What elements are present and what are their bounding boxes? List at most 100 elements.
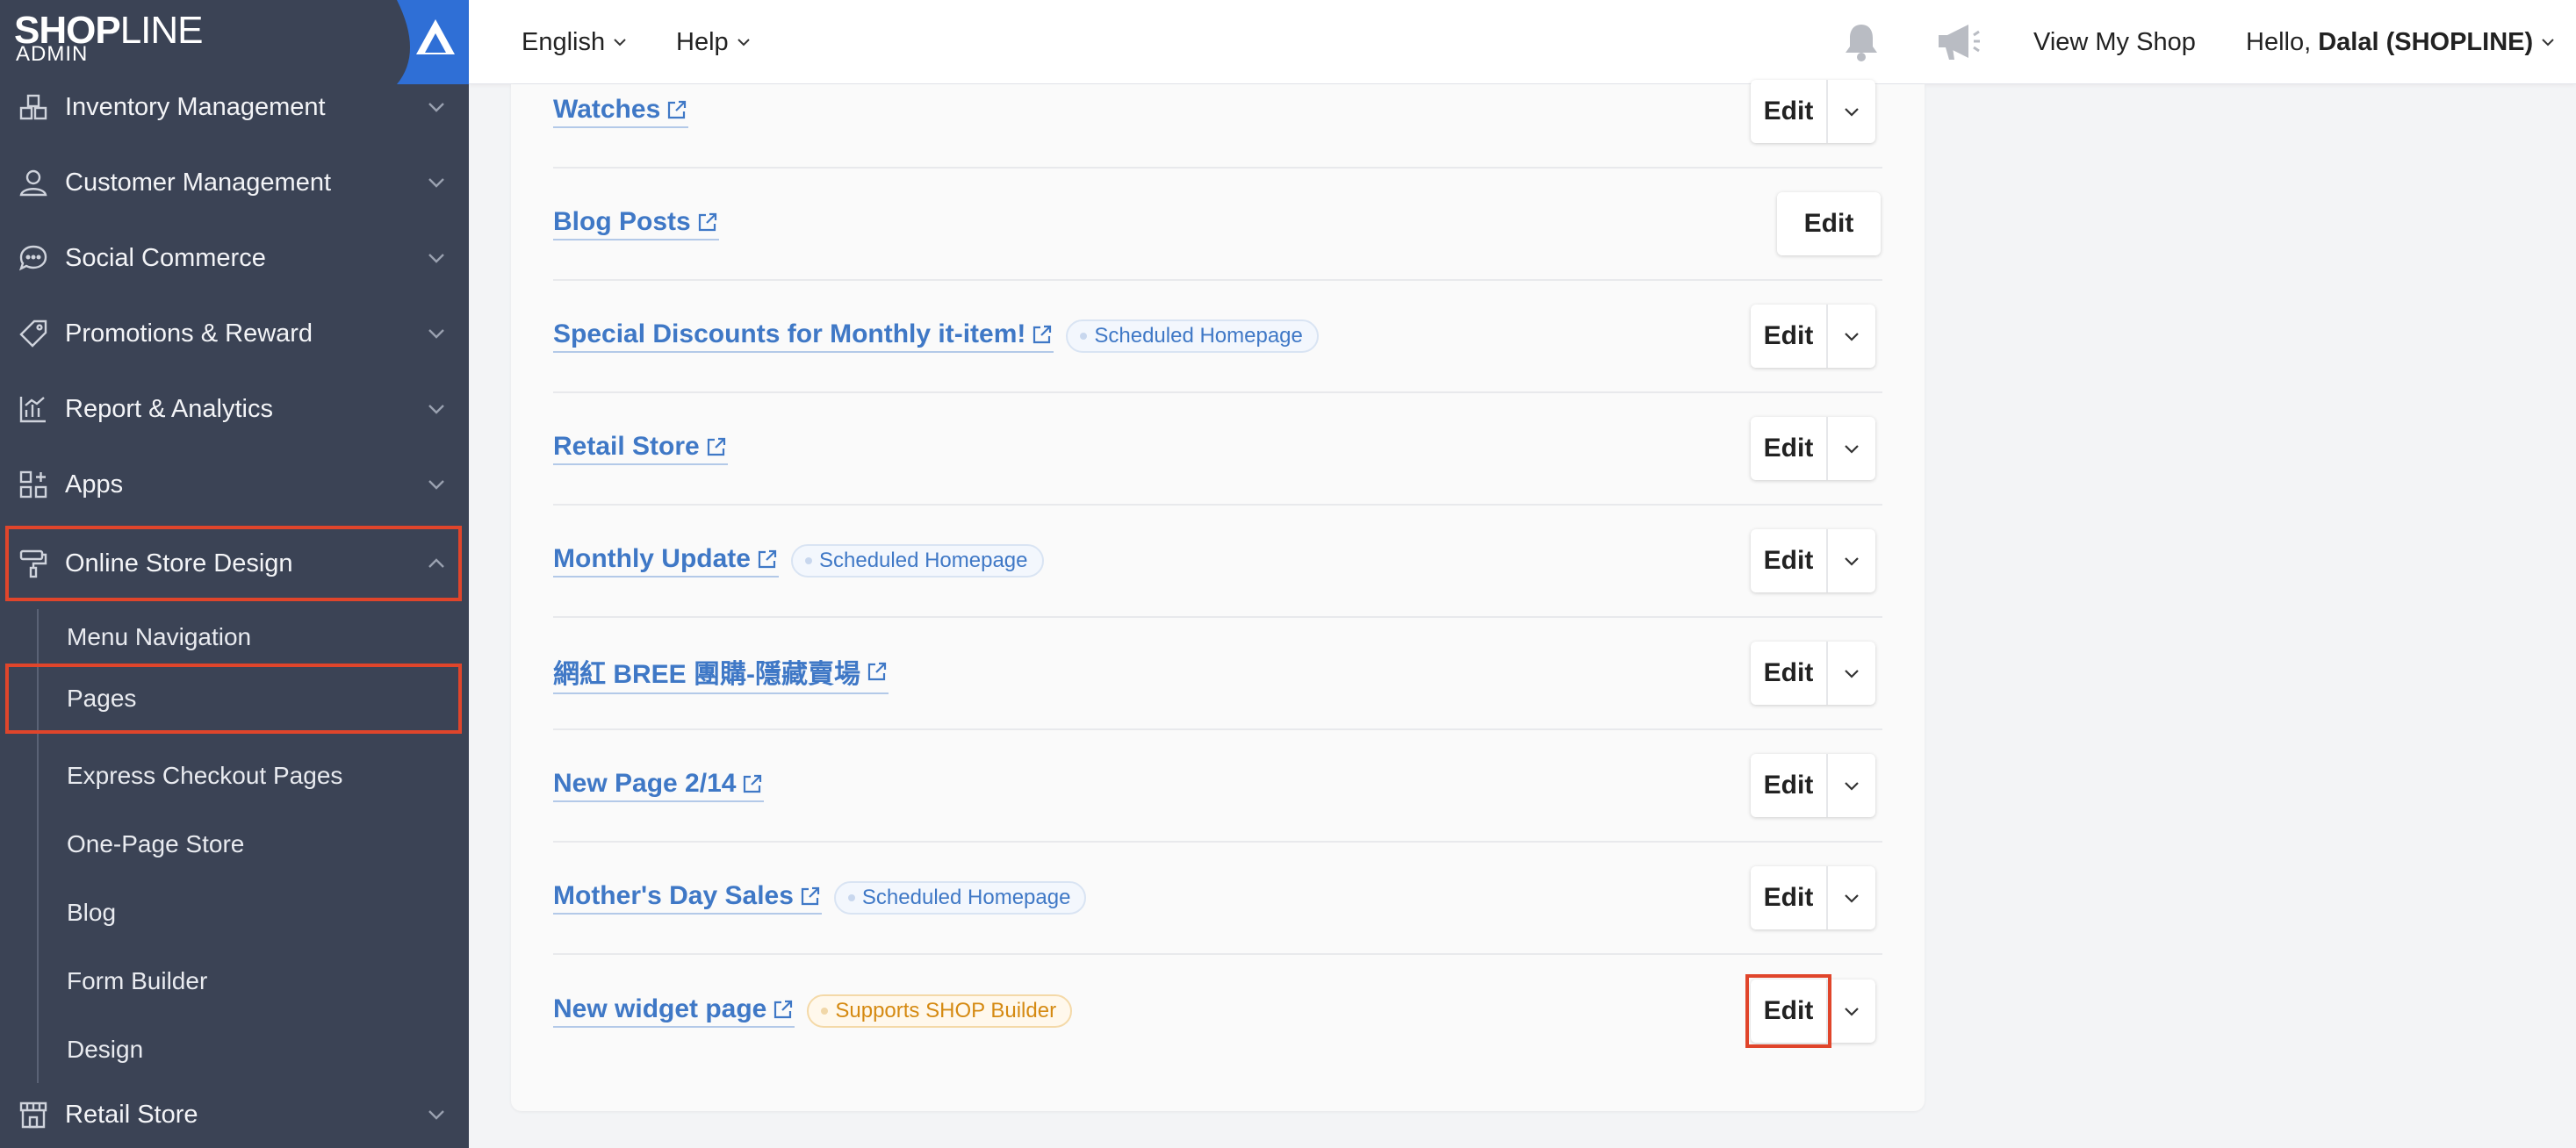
scheduled-homepage-badge: Scheduled Homepage bbox=[791, 544, 1044, 578]
edit-button-group: Edit bbox=[1751, 866, 1875, 929]
more-actions-dropdown[interactable] bbox=[1826, 866, 1875, 929]
page-title: New Page 2/14 bbox=[553, 769, 737, 798]
edit-button[interactable]: Edit bbox=[1751, 305, 1826, 368]
submenu-item-blog[interactable]: Blog bbox=[0, 878, 469, 948]
more-actions-dropdown[interactable] bbox=[1826, 754, 1875, 817]
external-link-icon bbox=[758, 549, 777, 569]
more-actions-dropdown[interactable] bbox=[1826, 305, 1875, 368]
edit-button[interactable]: Edit bbox=[1751, 866, 1826, 929]
page-row: New Page 2/14 Edit bbox=[553, 730, 1882, 843]
chat-bubble-icon bbox=[16, 240, 51, 276]
edit-button-group: Edit bbox=[1745, 974, 1875, 1048]
sidebar-item-label: Customer Management bbox=[65, 168, 332, 197]
submenu-item-label: Blog bbox=[67, 899, 117, 926]
sidebar-item-apps[interactable]: Apps bbox=[0, 447, 469, 522]
page-title-link[interactable]: Monthly Update bbox=[553, 544, 779, 578]
sidebar-item-label: Online Store Design bbox=[65, 549, 293, 578]
page-title-link[interactable]: Watches bbox=[553, 95, 689, 128]
more-actions-dropdown[interactable] bbox=[1826, 642, 1875, 705]
online-store-design-submenu: Menu Navigation Pages Express Checkout P… bbox=[0, 602, 469, 1094]
chevron-down-icon bbox=[614, 39, 626, 47]
page-row: Retail Store Edit bbox=[553, 393, 1882, 506]
chevron-down-icon bbox=[2542, 39, 2554, 47]
user-menu[interactable]: Hello, Dalal (SHOPLINE) bbox=[2246, 0, 2556, 84]
page-row: Blog Posts Edit bbox=[553, 169, 1882, 281]
page-title-link[interactable]: Mother's Day Sales bbox=[553, 881, 822, 915]
edit-button-group: Edit bbox=[1751, 305, 1875, 368]
page-title: New widget page bbox=[553, 994, 767, 1023]
submenu-item-label: Form Builder bbox=[67, 967, 208, 994]
page-title-link[interactable]: Retail Store bbox=[553, 432, 728, 465]
edit-button[interactable]: Edit bbox=[1745, 974, 1831, 1048]
more-actions-dropdown[interactable] bbox=[1826, 979, 1875, 1043]
sidebar-item-online-store-design[interactable]: Online Store Design bbox=[5, 526, 462, 601]
sidebar-item-inventory[interactable]: Inventory Management bbox=[0, 69, 469, 145]
page-row: Mother's Day Sales Scheduled Homepage Ed… bbox=[553, 843, 1882, 955]
page-title-link[interactable]: Special Discounts for Monthly it-item! bbox=[553, 319, 1054, 353]
sidebar-item-reports[interactable]: Report & Analytics bbox=[0, 371, 469, 447]
edit-button[interactable]: Edit bbox=[1751, 754, 1826, 817]
edit-button-group: Edit bbox=[1777, 192, 1881, 255]
view-my-shop-link[interactable]: View My Shop bbox=[2033, 0, 2196, 84]
sidebar-item-retail-store[interactable]: Retail Store bbox=[0, 1077, 469, 1148]
chevron-down-icon bbox=[1845, 108, 1859, 117]
page-title: 網紅 BREE 團購-隱藏賣場 bbox=[553, 660, 861, 689]
chevron-down-icon bbox=[428, 480, 444, 490]
external-link-icon bbox=[698, 212, 716, 232]
more-actions-dropdown[interactable] bbox=[1826, 80, 1875, 143]
page-title: Retail Store bbox=[553, 432, 700, 461]
user-name: Dalal (SHOPLINE) bbox=[2318, 27, 2534, 56]
submenu-item-label: Menu Navigation bbox=[67, 623, 252, 650]
chevron-down-icon bbox=[428, 103, 444, 112]
page-row: New widget page Supports SHOP Builder Ed… bbox=[553, 955, 1882, 1067]
chevron-up-icon bbox=[428, 558, 444, 568]
submenu-item-label: Pages bbox=[67, 685, 137, 712]
megaphone-icon[interactable] bbox=[1933, 19, 1982, 65]
shop-builder-badge: Supports SHOP Builder bbox=[807, 994, 1073, 1028]
submenu-item-express-checkout[interactable]: Express Checkout Pages bbox=[0, 741, 469, 811]
page-row: 網紅 BREE 團購-隱藏賣場 Edit bbox=[553, 618, 1882, 730]
language-label: English bbox=[522, 27, 606, 56]
sidebar-item-label: Promotions & Reward bbox=[65, 319, 313, 348]
tag-icon bbox=[16, 316, 51, 351]
edit-button[interactable]: Edit bbox=[1751, 80, 1826, 143]
submenu-item-one-page-store[interactable]: One-Page Store bbox=[0, 809, 469, 879]
edit-button[interactable]: Edit bbox=[1777, 192, 1881, 255]
chevron-down-icon bbox=[1845, 1008, 1859, 1016]
sidebar-item-promotions[interactable]: Promotions & Reward bbox=[0, 296, 469, 371]
storefront-icon bbox=[16, 1097, 51, 1132]
submenu-item-label: Design bbox=[67, 1036, 144, 1063]
external-link-icon bbox=[801, 886, 820, 906]
greeting-label: Hello, bbox=[2246, 27, 2319, 56]
page-title: Watches bbox=[553, 95, 661, 124]
page-title-link[interactable]: Blog Posts bbox=[553, 207, 719, 240]
page-title-link[interactable]: New Page 2/14 bbox=[553, 769, 765, 802]
sidebar-item-label: Social Commerce bbox=[65, 243, 266, 272]
person-icon bbox=[16, 165, 51, 200]
edit-button-group: Edit bbox=[1751, 80, 1875, 143]
sidebar-item-customers[interactable]: Customer Management bbox=[0, 145, 469, 220]
brand-sub: ADMIN bbox=[16, 42, 89, 66]
more-actions-dropdown[interactable] bbox=[1826, 417, 1875, 480]
paint-roller-icon bbox=[16, 546, 51, 581]
edit-button[interactable]: Edit bbox=[1751, 529, 1826, 592]
submenu-item-form-builder[interactable]: Form Builder bbox=[0, 946, 469, 1016]
bar-chart-icon bbox=[16, 391, 51, 427]
edit-button[interactable]: Edit bbox=[1751, 642, 1826, 705]
external-link-icon bbox=[744, 774, 762, 793]
submenu-item-design[interactable]: Design bbox=[0, 1015, 469, 1085]
brand-name-light: LINE bbox=[119, 9, 204, 52]
edit-button-group: Edit bbox=[1751, 417, 1875, 480]
page-title-link[interactable]: 網紅 BREE 團購-隱藏賣場 bbox=[553, 652, 889, 694]
external-link-icon bbox=[1033, 325, 1052, 344]
edit-button-group: Edit bbox=[1751, 642, 1875, 705]
sidebar-item-social-commerce[interactable]: Social Commerce bbox=[0, 220, 469, 296]
page-title-link[interactable]: New widget page bbox=[553, 994, 795, 1028]
submenu-item-menu-navigation[interactable]: Menu Navigation bbox=[0, 602, 469, 672]
submenu-item-pages[interactable]: Pages bbox=[5, 664, 462, 734]
edit-button[interactable]: Edit bbox=[1751, 417, 1826, 480]
more-actions-dropdown[interactable] bbox=[1826, 529, 1875, 592]
page-title: Special Discounts for Monthly it-item! bbox=[553, 319, 1026, 348]
scheduled-homepage-badge: Scheduled Homepage bbox=[833, 881, 1087, 915]
scheduled-homepage-badge: Scheduled Homepage bbox=[1066, 319, 1319, 353]
